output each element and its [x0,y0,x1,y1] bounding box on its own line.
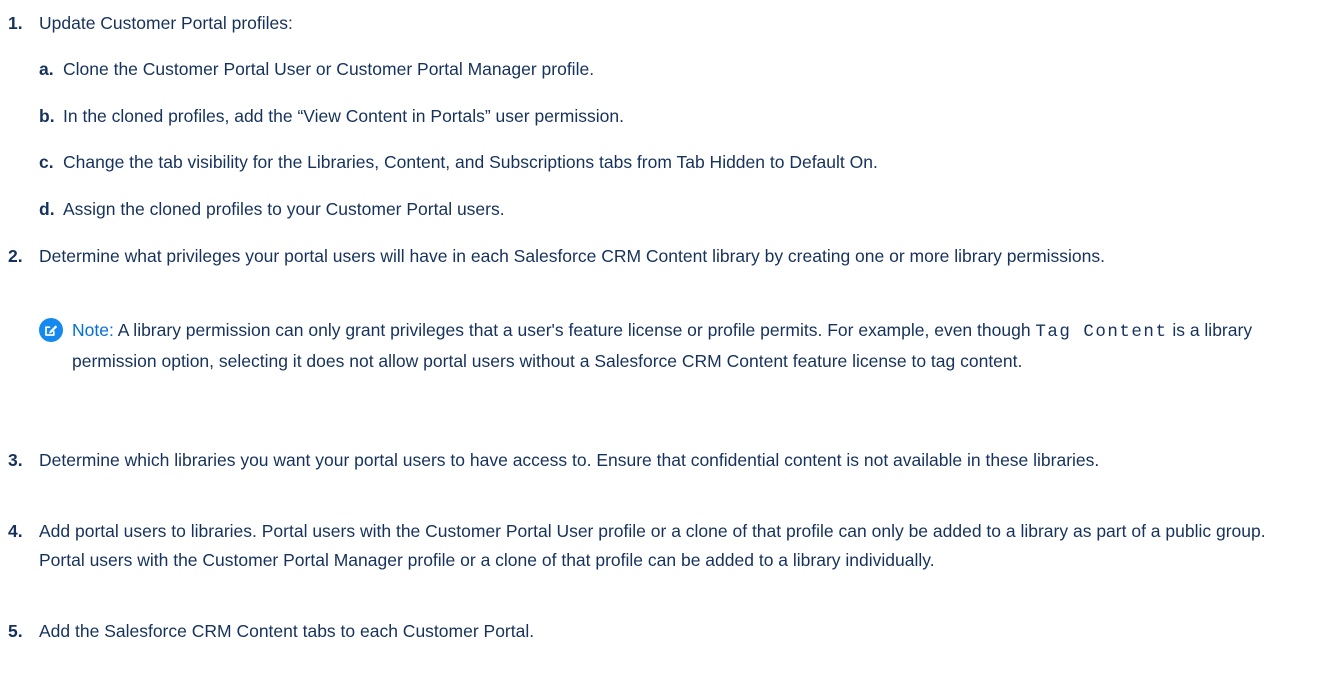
step-text: Determine which libraries you want your … [39,450,1100,470]
substep-c: c. Change the tab visibility for the Lib… [39,148,1299,177]
note-label: Note: [72,320,114,340]
note-code: Tag Content [1035,322,1168,342]
substep-letter: c. [39,152,54,172]
step-text: Add portal users to libraries. Portal us… [39,521,1266,570]
substep-text: In the cloned profiles, add the “View Co… [63,106,624,126]
substep-d: d. Assign the cloned profiles to your Cu… [39,195,1299,224]
step-2: 2. Determine what privileges your portal… [8,242,1308,271]
substep-letter: b. [39,106,55,126]
step-number: 1. [8,13,23,33]
step-3: 3. Determine which libraries you want yo… [8,446,1308,475]
step-number: 4. [8,521,23,541]
step-4: 4. Add portal users to libraries. Portal… [8,517,1308,575]
step-1: 1. Update Customer Portal profiles: [8,9,1308,38]
step-number: 5. [8,621,23,641]
step-text: Update Customer Portal profiles: [39,13,293,33]
substep-letter: d. [39,199,55,219]
substep-text: Clone the Customer Portal User or Custom… [63,59,595,79]
step-text: Add the Salesforce CRM Content tabs to e… [39,621,535,641]
note-body: Note: A library permission can only gran… [72,316,1309,376]
substep-text: Change the tab visibility for the Librar… [63,152,878,172]
note-text-before: A library permission can only grant priv… [117,320,1031,340]
substep-a: a. Clone the Customer Portal User or Cus… [39,55,1299,84]
substep-b: b. In the cloned profiles, add the “View… [39,102,1299,131]
substep-letter: a. [39,59,54,79]
step-number: 3. [8,450,23,470]
note-callout: Note: A library permission can only gran… [39,316,1309,376]
step-5: 5. Add the Salesforce CRM Content tabs t… [8,617,1308,646]
substep-text: Assign the cloned profiles to your Custo… [63,199,505,219]
step-text: Determine what privileges your portal us… [39,246,1105,266]
note-edit-icon [39,318,63,342]
step-number: 2. [8,246,23,266]
